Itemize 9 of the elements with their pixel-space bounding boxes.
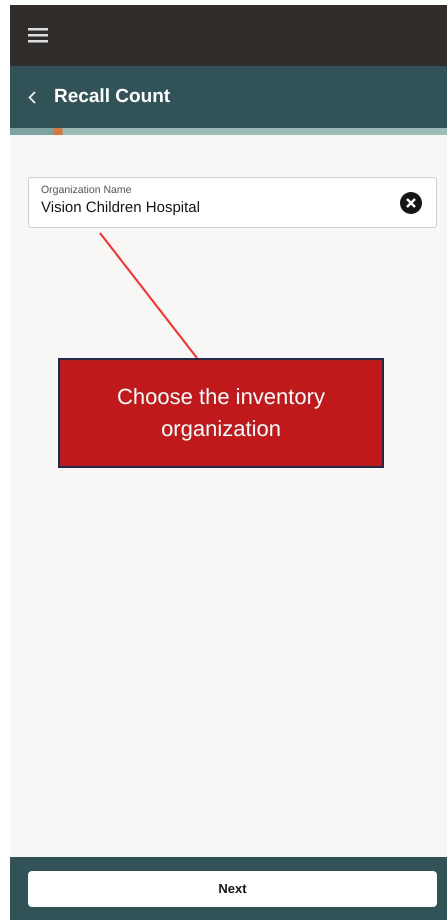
page-title: Recall Count: [54, 84, 170, 109]
organization-name-field[interactable]: Organization Name Vision Children Hospital: [28, 177, 437, 228]
menu-icon[interactable]: [28, 28, 48, 43]
back-icon[interactable]: [28, 90, 36, 104]
next-button[interactable]: Next: [28, 870, 437, 906]
field-label: Organization Name: [41, 185, 132, 198]
field-value: Vision Children Hospital: [41, 198, 201, 218]
clear-icon[interactable]: [400, 192, 422, 214]
callout-note: Choose the inventory organization: [58, 358, 384, 468]
